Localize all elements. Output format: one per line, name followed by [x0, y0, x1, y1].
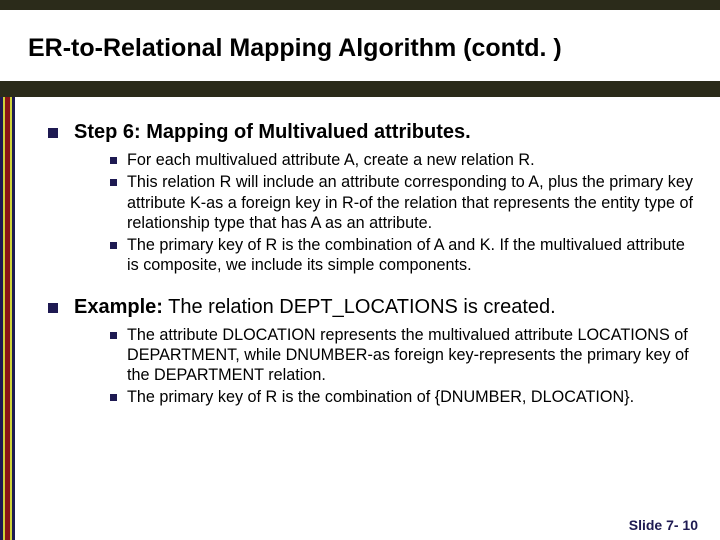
- slide-title: ER-to-Relational Mapping Algorithm (cont…: [0, 10, 720, 81]
- square-bullet-icon: [110, 157, 117, 164]
- sub-bullet-text: For each multivalued attribute A, create…: [127, 150, 535, 170]
- bullet-level2: This relation R will include an attribut…: [110, 172, 694, 233]
- sub-bullet-text: The attribute DLOCATION represents the m…: [127, 325, 694, 386]
- sub-bullet-text: The primary key of R is the combination …: [127, 235, 694, 276]
- slide-number: Slide 7- 10: [629, 517, 698, 533]
- bullet-level1: Example: The relation DEPT_LOCATIONS is …: [48, 296, 694, 319]
- heading-suffix: The relation DEPT_LOCATIONS is created.: [163, 296, 556, 318]
- section-heading: Example: The relation DEPT_LOCATIONS is …: [74, 296, 556, 319]
- bullet-level2: The primary key of R is the combination …: [110, 387, 694, 407]
- sub-bullets: For each multivalued attribute A, create…: [110, 150, 694, 276]
- section-heading: Step 6: Mapping of Multivalued attribute…: [74, 121, 471, 144]
- square-bullet-icon: [48, 128, 58, 138]
- square-bullet-icon: [110, 394, 117, 401]
- square-bullet-icon: [110, 242, 117, 249]
- bullet-level2: The primary key of R is the combination …: [110, 235, 694, 276]
- content: Step 6: Mapping of Multivalued attribute…: [0, 97, 720, 408]
- sub-bullet-text: The primary key of R is the combination …: [127, 387, 634, 407]
- bullet-level2: The attribute DLOCATION represents the m…: [110, 325, 694, 386]
- title-band: ER-to-Relational Mapping Algorithm (cont…: [0, 0, 720, 97]
- sub-bullet-text: This relation R will include an attribut…: [127, 172, 694, 233]
- slide: ER-to-Relational Mapping Algorithm (cont…: [0, 0, 720, 540]
- slide-body: Step 6: Mapping of Multivalued attribute…: [0, 97, 720, 540]
- square-bullet-icon: [110, 332, 117, 339]
- left-stripes: [0, 97, 15, 540]
- bullet-level2: For each multivalued attribute A, create…: [110, 150, 694, 170]
- bullet-level1: Step 6: Mapping of Multivalued attribute…: [48, 121, 694, 144]
- heading-prefix: Example:: [74, 296, 163, 318]
- stripe-navy: [12, 97, 15, 540]
- square-bullet-icon: [48, 303, 58, 313]
- square-bullet-icon: [110, 179, 117, 186]
- sub-bullets: The attribute DLOCATION represents the m…: [110, 325, 694, 408]
